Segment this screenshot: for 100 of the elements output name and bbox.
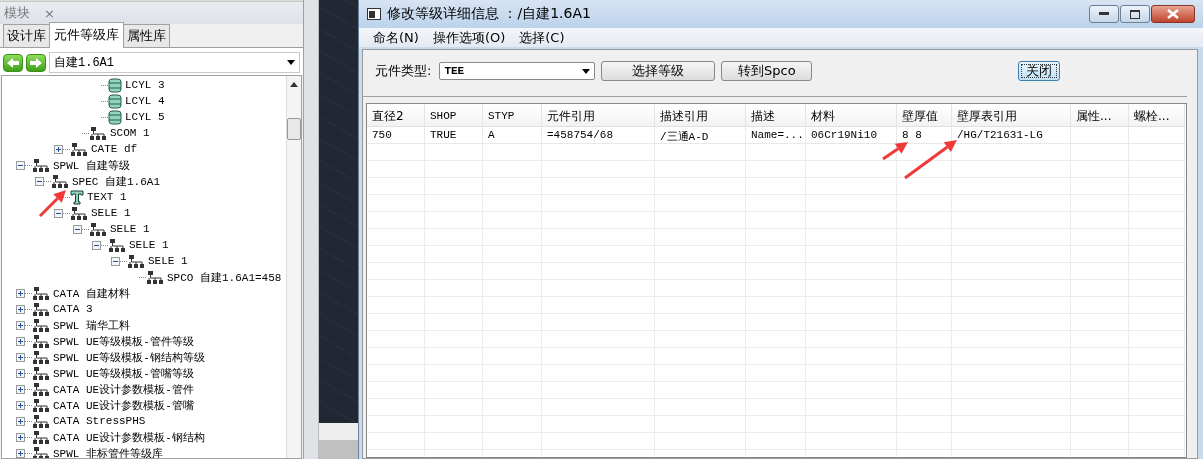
column-header[interactable]: 元件引用 [542, 104, 655, 127]
annotation-arrow [38, 190, 66, 218]
close-button[interactable]: 关闭 [1018, 61, 1061, 81]
tree-item[interactable]: LCYL 5 [125, 111, 165, 123]
tree-item[interactable]: SPWL 瑞华工料 [53, 317, 130, 333]
close-button[interactable]: × [44, 5, 55, 21]
collapse-toggle[interactable] [73, 224, 82, 234]
collapse-toggle[interactable] [16, 160, 25, 170]
tree-item[interactable]: CATA UE设计参数模板-管件 [53, 381, 194, 397]
minimize-button[interactable] [1089, 5, 1119, 23]
tree-item[interactable]: SPWL UE等级模板-管件等级 [53, 333, 194, 349]
action-button[interactable]: 转到Spco [721, 61, 813, 81]
scroll-up-icon[interactable] [290, 82, 298, 88]
scrollbar-thumb[interactable] [287, 118, 301, 140]
tab[interactable]: 设计库 [3, 24, 50, 47]
collapse-toggle[interactable] [35, 176, 44, 186]
hierarchy-icon [32, 413, 50, 429]
window-title: 修改等级详细信息 ：/自建1.6A1 [387, 5, 592, 23]
action-button[interactable]: 选择等级 [601, 61, 716, 81]
column-header[interactable]: 属性... [1071, 104, 1129, 127]
expand-toggle[interactable] [16, 320, 25, 330]
tree-item[interactable]: CATA UE设计参数模板-钢结构 [53, 429, 205, 445]
expand-toggle[interactable] [16, 304, 25, 314]
right-arrow-icon [29, 56, 43, 69]
column-header[interactable]: 壁厚表引用 [952, 104, 1071, 127]
hierarchy-icon [127, 253, 145, 269]
column-header[interactable]: 直径2 [367, 104, 425, 127]
expand-toggle[interactable] [16, 416, 25, 426]
expand-toggle[interactable] [16, 432, 25, 442]
tree-item[interactable]: LCYL 4 [125, 95, 165, 107]
left-arrow-icon [6, 56, 20, 69]
maximize-button[interactable] [1120, 5, 1150, 23]
tree-item[interactable]: CATA UE设计参数模板-管嘴 [53, 397, 194, 413]
hierarchy-icon [32, 333, 50, 349]
tree-item[interactable]: SPWL UE等级模板-管嘴等级 [53, 365, 194, 381]
column-header[interactable]: 描述引用 [655, 104, 746, 127]
cylinder-icon [108, 77, 122, 93]
tree-item[interactable]: SPEC 自建1.6A1 [72, 173, 160, 189]
expand-toggle[interactable] [16, 448, 25, 458]
column-header[interactable]: 壁厚值 [897, 104, 952, 127]
column-header[interactable]: SHOP [425, 104, 483, 127]
expand-toggle[interactable] [16, 368, 25, 378]
menu-item[interactable]: 操作选项(O) [432, 28, 506, 47]
hierarchy-icon [32, 381, 50, 397]
window-icon [367, 8, 381, 20]
type-dropdown[interactable]: TEE [439, 62, 596, 80]
column-header[interactable]: 材料 [806, 104, 897, 127]
hierarchy-icon [89, 221, 107, 237]
hierarchy-icon [32, 157, 50, 173]
hierarchy-icon [32, 301, 50, 317]
hierarchy-icon [70, 141, 88, 157]
caret-icon [287, 60, 295, 65]
panel-title: 模块 [4, 4, 30, 22]
library-dropdown[interactable]: 自建1.6A1 [49, 52, 300, 73]
expand-toggle[interactable] [16, 352, 25, 362]
hierarchy-icon [70, 205, 88, 221]
collapse-toggle[interactable] [111, 256, 120, 266]
tree-item[interactable]: SELE 1 [129, 239, 169, 251]
back-button[interactable] [3, 53, 23, 72]
tree-item[interactable]: SPWL 自建等级 [53, 157, 130, 173]
hierarchy-icon [32, 365, 50, 381]
tree-item[interactable]: SPCO 自建1.6A1=458 [167, 269, 282, 285]
tree-item[interactable]: SELE 1 [148, 255, 188, 267]
hierarchy-icon [32, 285, 50, 301]
tree-item[interactable]: SCOM 1 [110, 127, 150, 139]
tree-item[interactable]: SELE 1 [91, 207, 131, 219]
collapse-toggle[interactable] [92, 240, 101, 250]
tab[interactable]: 元件等级库 [49, 22, 124, 48]
column-header[interactable]: 螺栓... [1129, 104, 1185, 127]
forward-button[interactable] [26, 53, 46, 72]
hierarchy-icon [32, 445, 50, 458]
hierarchy-icon [51, 173, 69, 189]
expand-toggle[interactable] [16, 288, 25, 298]
expand-toggle[interactable] [16, 336, 25, 346]
tree-item[interactable]: CATA 3 [53, 303, 93, 315]
column-header[interactable]: STYP [483, 104, 542, 127]
menu-item[interactable]: 选择(C) [519, 28, 565, 47]
tab[interactable]: 属性库 [123, 24, 170, 47]
expand-toggle[interactable] [16, 400, 25, 410]
tree-item[interactable]: CATA StressPHS [53, 415, 146, 427]
tree-item[interactable]: SPWL 非标管件等级库 [53, 445, 163, 458]
column-header[interactable]: 描述 [746, 104, 806, 127]
caret-icon [582, 68, 591, 74]
tree-item[interactable]: CATE df [91, 143, 138, 155]
type-label: 元件类型: [375, 62, 432, 80]
tree-item[interactable]: SELE 1 [110, 223, 150, 235]
maximize-icon [1130, 9, 1140, 19]
tree-item[interactable]: LCYL 3 [125, 79, 165, 91]
tree-item[interactable]: SPWL UE等级模板-钢结构等级 [53, 349, 205, 365]
hierarchy-icon [32, 397, 50, 413]
close-button[interactable] [1151, 5, 1195, 23]
collapse-toggle[interactable] [54, 208, 63, 218]
tree-item[interactable]: CATA 自建材料 [53, 285, 130, 301]
hierarchy-icon [32, 349, 50, 365]
light-strip [319, 423, 358, 440]
menu-item[interactable]: 命名(N) [373, 28, 419, 47]
expand-toggle[interactable] [16, 384, 25, 394]
tree-item[interactable]: TEXT 1 [87, 191, 127, 203]
expand-toggle[interactable] [54, 144, 63, 154]
bottom-strip [319, 440, 358, 459]
